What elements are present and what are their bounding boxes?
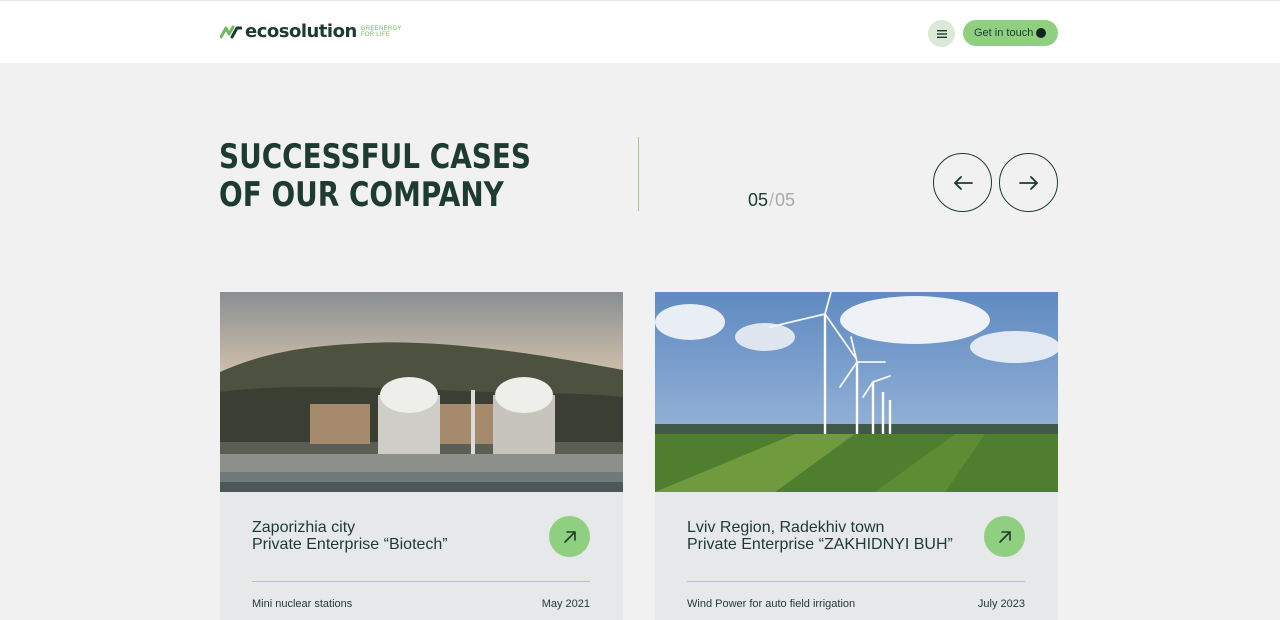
logo-text: ecosolution bbox=[245, 21, 357, 42]
case-category: Mini nuclear stations bbox=[252, 598, 353, 610]
counter-separator: / bbox=[769, 190, 775, 210]
case-title-line1: Lviv Region, Radekhiv town bbox=[687, 519, 885, 536]
open-case-button[interactable] bbox=[984, 516, 1025, 557]
case-title: Lviv Region, Radekhiv town Private Enter… bbox=[687, 519, 953, 553]
hamburger-icon bbox=[936, 29, 947, 38]
arrow-right-icon bbox=[1018, 175, 1038, 190]
dot-icon bbox=[1036, 28, 1046, 38]
arrow-up-right-icon bbox=[998, 530, 1011, 543]
section-title-line2: OF OUR COMPANY bbox=[219, 175, 504, 215]
case-category: Wind Power for auto field irrigation bbox=[687, 598, 856, 610]
counter-current: 05 bbox=[748, 190, 769, 210]
prev-slide-button[interactable] bbox=[933, 153, 992, 212]
arrow-left-icon bbox=[953, 175, 973, 190]
section-title-line1: SUCCESSFUL CASES bbox=[219, 137, 531, 177]
get-in-touch-button[interactable]: Get in touch bbox=[963, 20, 1058, 46]
arrow-up-right-icon bbox=[563, 530, 576, 543]
case-card[interactable]: Zaporizhia city Private Enterprise “Biot… bbox=[220, 292, 623, 620]
logo[interactable]: ecosolution GREENERGY FOR LIFE bbox=[220, 21, 402, 42]
case-title-line2: Private Enterprise “ZAKHIDNYI BUH” bbox=[687, 535, 953, 553]
vertical-divider bbox=[638, 137, 639, 211]
nuclear-power-plant-image bbox=[220, 292, 623, 492]
card-divider bbox=[687, 581, 1025, 582]
site-header: ecosolution GREENERGY FOR LIFE Get in to… bbox=[0, 0, 1280, 63]
open-case-button[interactable] bbox=[549, 516, 590, 557]
case-date: May 2021 bbox=[541, 598, 590, 610]
case-title-line2: Private Enterprise “Biotech” bbox=[252, 535, 448, 553]
card-divider bbox=[252, 581, 590, 582]
case-title-line1: Zaporizhia city bbox=[252, 519, 356, 536]
counter-total: 05 bbox=[775, 190, 796, 210]
get-in-touch-label: Get in touch bbox=[974, 27, 1034, 39]
case-card[interactable]: Lviv Region, Radekhiv town Private Enter… bbox=[655, 292, 1058, 620]
slide-counter: 05/05 bbox=[748, 190, 795, 211]
logo-tagline: GREENERGY FOR LIFE bbox=[361, 26, 402, 38]
logo-leaf-icon bbox=[220, 25, 242, 38]
section-title: SUCCESSFUL CASES OF OUR COMPANY bbox=[219, 138, 531, 214]
logo-tagline-line2: FOR LIFE bbox=[360, 31, 391, 38]
menu-button[interactable] bbox=[928, 20, 955, 47]
case-title: Zaporizhia city Private Enterprise “Biot… bbox=[252, 519, 448, 553]
next-slide-button[interactable] bbox=[999, 153, 1058, 212]
case-date: July 2023 bbox=[977, 598, 1025, 610]
wind-turbines-image bbox=[655, 292, 1058, 492]
